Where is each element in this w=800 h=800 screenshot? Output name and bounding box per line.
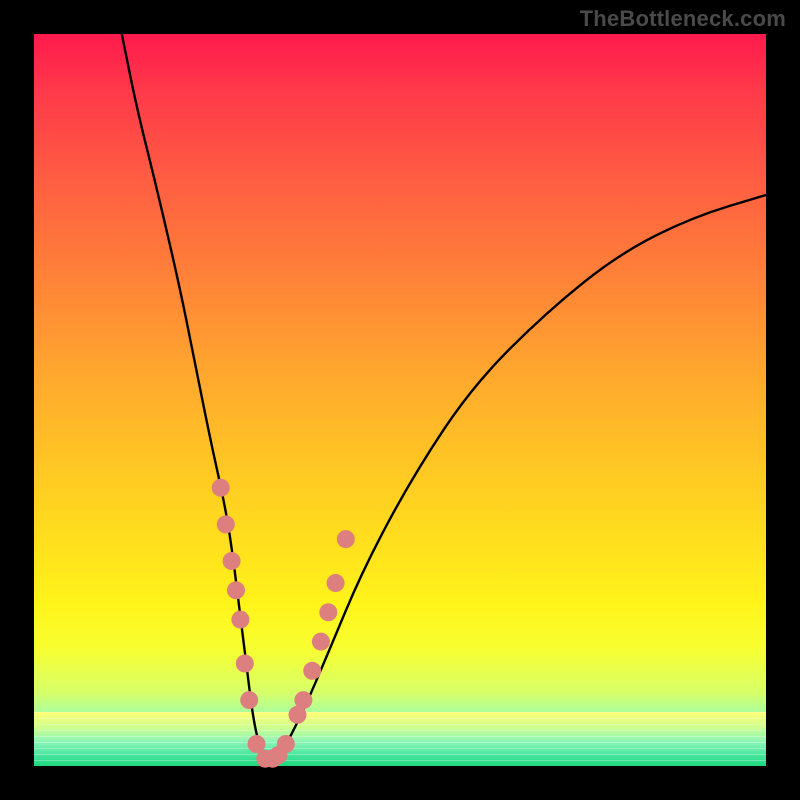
bottleneck-curve-path: [122, 34, 766, 759]
marker-dot: [277, 735, 295, 753]
chart-frame: TheBottleneck.com: [0, 0, 800, 800]
marker-dot: [240, 691, 258, 709]
curve-layer: [34, 34, 766, 766]
marker-dot: [223, 552, 241, 570]
marker-dot: [294, 691, 312, 709]
marker-dot: [217, 515, 235, 533]
highlighted-points: [212, 479, 355, 768]
marker-dot: [231, 611, 249, 629]
plot-area: [34, 34, 766, 766]
marker-dot: [212, 479, 230, 497]
marker-dot: [236, 655, 254, 673]
marker-dot: [227, 581, 245, 599]
watermark-text: TheBottleneck.com: [580, 6, 786, 32]
marker-dot: [303, 662, 321, 680]
bottleneck-curve: [122, 34, 766, 759]
marker-dot: [312, 633, 330, 651]
marker-dot: [319, 603, 337, 621]
marker-dot: [327, 574, 345, 592]
marker-dot: [337, 530, 355, 548]
